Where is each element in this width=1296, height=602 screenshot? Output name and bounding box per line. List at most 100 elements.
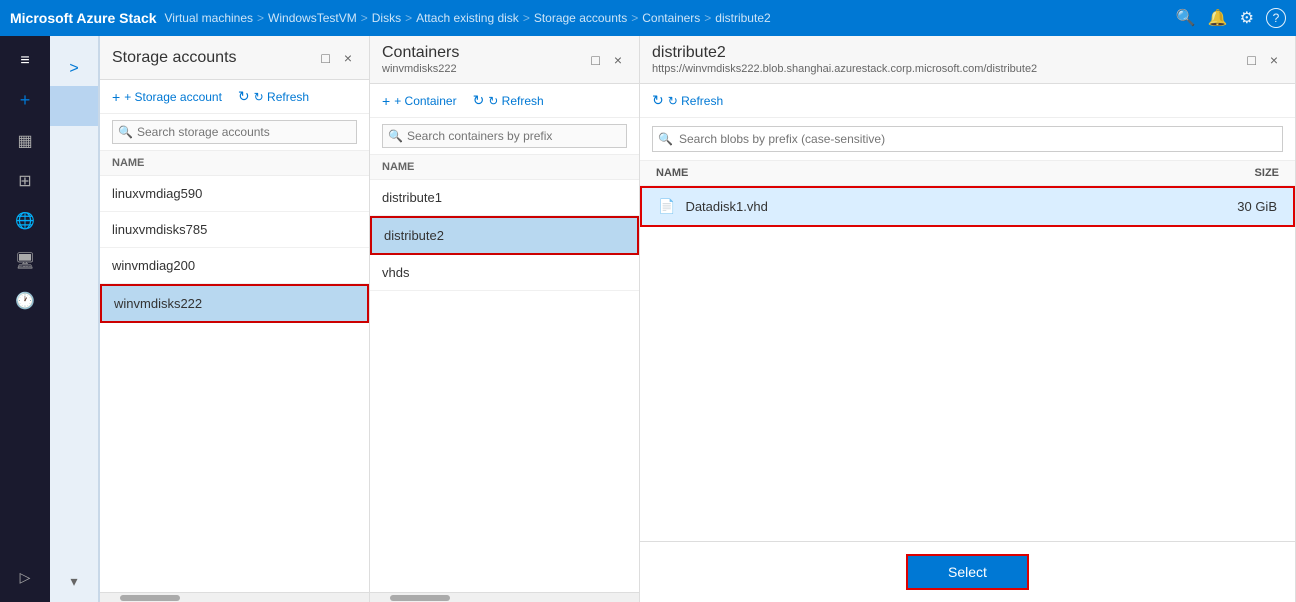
breadcrumb-item-0[interactable]: Virtual machines (165, 11, 254, 25)
storage-col-name: NAME (112, 157, 144, 169)
breadcrumb-item-3[interactable]: Attach existing disk (416, 11, 519, 25)
distribute2-toolbar: ↻ ↻ Refresh (640, 84, 1295, 118)
search-topbar-icon[interactable]: 🔍 (1176, 8, 1196, 28)
select-button[interactable]: Select (906, 554, 1029, 590)
list-item[interactable]: linuxvmdiag590 (100, 176, 369, 212)
blob-item-selected[interactable]: 📄 Datadisk1.vhd 30 GiB (640, 186, 1295, 227)
storage-close-btn[interactable]: × (339, 48, 357, 68)
storage-scrollbar-h[interactable] (100, 592, 369, 602)
distribute2-close-btn[interactable]: × (1265, 50, 1283, 70)
list-item[interactable]: distribute1 (370, 180, 639, 216)
distribute2-refresh-icon: ↻ (652, 92, 664, 109)
gear-icon[interactable]: ⚙ (1240, 8, 1254, 28)
list-item[interactable]: winvmdiag200 (100, 248, 369, 284)
add-resource-icon[interactable]: + (0, 82, 50, 119)
nav-sub-panel: > ▾ (50, 36, 100, 602)
containers-col-name: NAME (382, 161, 414, 173)
bell-icon[interactable]: 🔔 (1208, 8, 1228, 28)
hamburger-menu[interactable]: ≡ (0, 44, 50, 78)
container-item-name: distribute1 (382, 190, 442, 205)
containers-scrollbar-h[interactable] (370, 592, 639, 602)
blob-item-size: 30 GiB (1237, 199, 1277, 214)
containers-minimize-btn[interactable]: □ (586, 50, 604, 70)
blob-file-icon: 📄 (658, 198, 675, 215)
content-area: Storage accounts □ × + + Storage account… (100, 36, 1296, 602)
distribute2-panel: distribute2 https://winvmdisks222.blob.s… (640, 36, 1296, 602)
add-container-label: + Container (394, 94, 456, 108)
left-sidebar: ≡ + ▦ ⊞ 🌐 🖥 🕐 ▷ (0, 36, 50, 602)
sidebar-icon-grid[interactable]: ⊞ (0, 163, 50, 199)
containers-header-titles: Containers winvmdisks222 (382, 44, 459, 75)
storage-refresh-icon: ↻ (238, 88, 250, 105)
container-item-name: vhds (382, 265, 409, 280)
distribute2-title: distribute2 (652, 44, 1037, 62)
storage-list-header: NAME (100, 151, 369, 176)
add-container-btn[interactable]: + + Container (382, 93, 457, 109)
list-item-selected[interactable]: distribute2 (370, 216, 639, 255)
blob-col-size: SIZE (1255, 167, 1279, 179)
containers-panel-body: + + Container ↻ ↻ Refresh 🔍 NAME (370, 84, 639, 602)
containers-header: Containers winvmdisks222 □ × (370, 36, 639, 84)
add-storage-account-btn[interactable]: + + Storage account (112, 89, 222, 105)
containers-subtitle: winvmdisks222 (382, 63, 459, 75)
containers-list-header: NAME (370, 155, 639, 180)
breadcrumb-item-1[interactable]: WindowsTestVM (268, 11, 357, 25)
breadcrumb-item-6[interactable]: distribute2 (715, 11, 770, 25)
containers-toolbar: + + Container ↻ ↻ Refresh (370, 84, 639, 118)
distribute2-refresh-label: ↻ Refresh (668, 94, 723, 108)
storage-panel-controls: □ × (316, 48, 357, 68)
containers-title: Containers (382, 44, 459, 62)
nav-panel-bottom: ▾ (70, 573, 77, 602)
nav-panel-chevron-down[interactable]: ▾ (70, 573, 77, 590)
list-item[interactable]: linuxvmdisks785 (100, 212, 369, 248)
storage-item-name-selected: winvmdisks222 (114, 296, 202, 311)
distribute2-header-titles: distribute2 https://winvmdisks222.blob.s… (652, 44, 1037, 75)
storage-accounts-title: Storage accounts (112, 49, 237, 67)
storage-scrollbar-thumb (120, 595, 180, 601)
containers-header-row: Containers winvmdisks222 □ × (382, 44, 627, 75)
containers-search-input[interactable] (382, 124, 627, 148)
storage-search-icon: 🔍 (118, 125, 133, 139)
storage-item-name: winvmdiag200 (112, 258, 195, 273)
sidebar-expand-btn[interactable]: ▷ (0, 561, 50, 594)
containers-search-box: 🔍 (370, 118, 639, 155)
sidebar-icon-dashboard[interactable]: ▦ (0, 123, 50, 159)
storage-panel-body: + + Storage account ↻ ↻ Refresh 🔍 NAME (100, 80, 369, 602)
distribute2-minimize-btn[interactable]: □ (1242, 50, 1260, 70)
breadcrumb-sep-2: > (405, 11, 412, 25)
help-icon[interactable]: ? (1266, 8, 1286, 28)
blob-search-input[interactable] (652, 126, 1283, 152)
distribute2-refresh-btn[interactable]: ↻ ↻ Refresh (652, 92, 723, 109)
breadcrumb-item-5[interactable]: Containers (642, 11, 700, 25)
distribute2-panel-controls: □ × (1242, 50, 1283, 70)
sidebar-icon-monitor[interactable]: 🖥 (0, 243, 50, 279)
blob-search-icon: 🔍 (658, 132, 673, 146)
nav-panel-selected-item (50, 86, 98, 126)
breadcrumb-sep-5: > (704, 11, 711, 25)
breadcrumb-sep-3: > (523, 11, 530, 25)
sidebar-top: ≡ + ▦ ⊞ 🌐 🖥 🕐 (0, 44, 50, 319)
breadcrumb-sep-0: > (257, 11, 264, 25)
storage-accounts-header: Storage accounts □ × (100, 36, 369, 80)
breadcrumb-item-4[interactable]: Storage accounts (534, 11, 627, 25)
storage-refresh-label: ↻ Refresh (254, 90, 309, 104)
storage-minimize-btn[interactable]: □ (316, 48, 334, 68)
storage-item-name: linuxvmdiag590 (112, 186, 202, 201)
nav-panel-expand-icon[interactable]: > (61, 52, 86, 86)
sidebar-icon-globe[interactable]: 🌐 (0, 203, 50, 239)
list-item-selected[interactable]: winvmdisks222 (100, 284, 369, 323)
storage-toolbar: + + Storage account ↻ ↻ Refresh (100, 80, 369, 114)
containers-refresh-btn[interactable]: ↻ ↻ Refresh (473, 92, 544, 109)
distribute2-header: distribute2 https://winvmdisks222.blob.s… (640, 36, 1295, 84)
blob-list: 📄 Datadisk1.vhd 30 GiB (640, 186, 1295, 364)
blob-col-name: NAME (656, 167, 688, 179)
sidebar-icon-clock[interactable]: 🕐 (0, 283, 50, 319)
list-item[interactable]: vhds (370, 255, 639, 291)
breadcrumb-item-2[interactable]: Disks (372, 11, 401, 25)
containers-close-btn[interactable]: × (609, 50, 627, 70)
container-item-name-selected: distribute2 (384, 228, 444, 243)
storage-accounts-panel: Storage accounts □ × + + Storage account… (100, 36, 370, 602)
storage-refresh-btn[interactable]: ↻ ↻ Refresh (238, 88, 309, 105)
storage-search-input[interactable] (112, 120, 357, 144)
breadcrumb-sep-4: > (631, 11, 638, 25)
